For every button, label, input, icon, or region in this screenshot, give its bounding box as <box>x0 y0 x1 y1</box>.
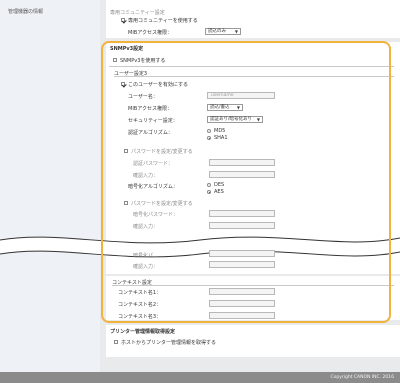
use-community-label: 専用コミュニティーを使用する <box>128 18 198 24</box>
get-from-host-checkbox[interactable] <box>114 340 118 344</box>
get-from-host-label: ホストからプリンター管理情報を取得する <box>121 340 217 346</box>
footer: Copyright CANON INC. 2016 <box>0 372 400 383</box>
printer-management-title: プリンター管理情報取得設定 <box>110 329 176 335</box>
community-mib-access-label: MIBアクセス権限： <box>128 30 172 36</box>
left-navigation: 管理機器の情報 <box>0 0 100 372</box>
community-section: 専用コミュニティー設定 専用コミュニティーを使用する MIBアクセス権限： 読込… <box>106 0 400 38</box>
printer-management-section: プリンター管理情報取得設定 ホストからプリンター管理情報を取得する <box>106 325 400 357</box>
copyright-text: Copyright CANON INC. 2016 <box>330 375 395 380</box>
nav-item-managed-device-info[interactable]: 管理機器の情報 <box>8 8 43 15</box>
chevron-down-icon: ▼ <box>234 29 238 34</box>
community-mib-access-value: 読込のみ <box>208 29 226 34</box>
community-section-title: 専用コミュニティー設定 <box>110 10 165 16</box>
community-mib-access-select[interactable]: 読込のみ ▼ <box>205 28 241 35</box>
use-community-checkbox[interactable] <box>121 18 125 22</box>
highlight-frame <box>101 41 391 323</box>
